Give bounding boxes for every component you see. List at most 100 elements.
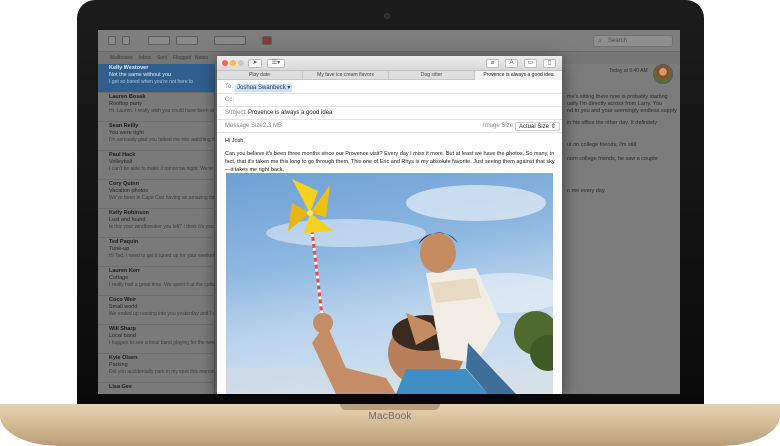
message-text-line: n me every day. [567, 188, 606, 194]
send-button[interactable]: ➤ [248, 59, 262, 68]
zoom-button[interactable] [238, 60, 244, 66]
photo-browser-button[interactable]: ▭ [524, 59, 537, 68]
message-list-item[interactable]: Coco Weir Small world We ended up runnin… [98, 296, 215, 325]
message-subject: Vacation photos [109, 188, 149, 194]
header-fields-button[interactable]: ☰▾ [267, 59, 285, 68]
message-preview: I can't be able to make it tomorrow nigh… [109, 166, 215, 172]
archive-button[interactable] [148, 36, 170, 45]
message-sender: Lisa Gee [109, 384, 132, 390]
subject-value: Provence is always a good idea [248, 110, 333, 116]
message-subject: Cottage [109, 275, 129, 281]
message-preview: I happen to see a local band playing for… [109, 340, 215, 346]
message-sender: Paul Hack [109, 152, 136, 158]
message-subject: Volleyball [109, 159, 133, 165]
reply-buttons[interactable] [214, 36, 246, 45]
get-mail-button[interactable] [122, 36, 130, 45]
favorite-sent[interactable]: Sent [157, 55, 167, 61]
message-body[interactable]: Hi Josh, Can you believe it's been three… [225, 137, 555, 174]
message-list-item[interactable]: Sean Reilly You were right I'm seriously… [98, 122, 215, 151]
attach-button[interactable]: ⌀ [486, 59, 499, 68]
message-text-line: in his office the other day. It definite… [567, 120, 657, 126]
message-list-item[interactable]: Kelly Robinson Lost and found Is this yo… [98, 209, 215, 238]
message-sender: Coco Weir [109, 297, 137, 303]
message-subject: Tune-up [109, 246, 130, 252]
message-text-line: ut on college friends, I'm still [567, 142, 636, 148]
message-preview: Hi, Lauren. I really wish you could have… [109, 108, 215, 114]
photo-icon: ▭ [527, 60, 534, 66]
photo-illustration [226, 179, 553, 394]
greeting: Hi Josh, [225, 138, 245, 144]
body-paragraph: Can you believe it's been three months s… [225, 151, 555, 173]
favorite-notes[interactable]: Notes [195, 55, 208, 61]
favorite-flagged[interactable]: Flagged [173, 55, 191, 61]
message-sender: Kelly Robinson [109, 210, 150, 216]
message-preview: Is this your windbreaker you left? I thi… [109, 224, 215, 230]
message-subject: Parking [109, 362, 128, 368]
paperclip-icon: ⌀ [490, 60, 495, 66]
message-subject: Not the same without you [109, 72, 172, 78]
search-input[interactable]: ⌕ Search [593, 35, 673, 47]
message-list-item[interactable]: Cory Quinn Vacation photos We've been in… [98, 180, 215, 209]
message-sender: Kelly Westover [109, 65, 149, 71]
message-list-item[interactable]: Kelly Westover Not the same without you … [98, 64, 215, 93]
to-field[interactable]: To: Joshua Swanbeck ▾ [217, 81, 562, 94]
message-text-line: me's sitting there now is probably start… [567, 94, 668, 100]
laptop-hinge-notch [340, 404, 440, 410]
close-button[interactable] [222, 60, 228, 66]
message-list-item[interactable]: Lauren Bosak Rooftop party Hi, Lauren. I… [98, 93, 215, 122]
message-text-line: ually I'm directly across from Larry. Yo… [567, 101, 663, 107]
compose-window: ➤ ☰▾ ⌀ A ▭ ▯ Play date My fave ice cream… [217, 56, 562, 394]
tab-play-date[interactable]: Play date [217, 71, 303, 80]
format-button[interactable]: A [505, 59, 518, 68]
favorite-inbox[interactable]: Inbox [139, 55, 151, 61]
message-list: Kelly Westover Not the same without you … [98, 64, 215, 394]
message-date: Today at 9:40 AM [609, 68, 648, 74]
message-preview: We've been in Cape Cod having an amazing… [109, 195, 215, 201]
cc-label: Cc: [225, 97, 234, 103]
compose-tab-bar: Play date My fave ice cream flavors Dog … [217, 71, 562, 80]
message-subject: Rooftop party [109, 101, 143, 107]
message-preview: We ended up running into you yesterday a… [109, 311, 215, 317]
device-brand-label: MacBook [368, 411, 412, 422]
message-list-item[interactable]: Ted Paquin Tune-up Hi Ted, I need to get… [98, 238, 215, 267]
mail-toolbar: ⌕ Search [98, 30, 680, 52]
cc-field[interactable]: Cc: [217, 94, 562, 107]
sender-avatar [653, 64, 673, 84]
message-list-item[interactable]: Paul Hack Volleyball I can't be able to … [98, 151, 215, 180]
message-sender: Ted Paquin [109, 239, 139, 245]
message-subject: Local band [109, 333, 136, 339]
list-icon: ☰▾ [271, 60, 281, 66]
message-sender: Will Sharp [109, 326, 136, 332]
search-icon: ⌕ [598, 38, 602, 45]
message-sender: Lauren Bosak [109, 94, 146, 100]
message-sender: Sean Reilly [109, 123, 139, 129]
message-size-value: 2.3 MB [263, 123, 283, 129]
tab-ice-cream[interactable]: My fave ice cream flavors [303, 71, 389, 80]
size-row: Message Size: 2.3 MB Image Size: Actual … [217, 120, 562, 133]
subject-field[interactable]: Subject: Provence is always a good idea [217, 107, 562, 120]
recipient-name: Joshua Swanbeck [237, 85, 286, 91]
message-list-item[interactable]: Will Sharp Local band I happen to see a … [98, 325, 215, 354]
message-list-item[interactable]: Lisa Gee [98, 383, 215, 394]
message-list-item[interactable]: Kyle Olsen Parking Did you accidentally … [98, 354, 215, 383]
message-text-line: nom college friends, he saw a couple [567, 156, 658, 162]
minimize-button[interactable] [230, 60, 236, 66]
emoji-button[interactable]: ▯ [543, 59, 556, 68]
tab-dog-sitter[interactable]: Dog sitter [389, 71, 475, 80]
tab-provence[interactable]: Provence is always a good idea [475, 71, 562, 80]
attached-photo [226, 173, 553, 394]
sidebar-toggle-button[interactable] [108, 36, 116, 45]
favorite-mailboxes[interactable]: Mailboxes [110, 55, 133, 61]
message-preview: I really had a great time. We spent it a… [109, 282, 215, 288]
message-subject: Small world [109, 304, 138, 310]
camera-icon [384, 13, 390, 19]
image-size-select[interactable]: Actual Size ⇕ [515, 122, 560, 131]
trash-button[interactable] [176, 36, 198, 45]
flag-button[interactable] [262, 36, 272, 45]
font-icon: A [509, 60, 514, 66]
message-list-item[interactable]: Lauren Kerr Cottage I really had a great… [98, 267, 215, 296]
message-subject: Lost and found [109, 217, 146, 223]
message-preview: I'm seriously glad you talked me into wa… [109, 137, 215, 143]
subject-label: Subject: [225, 110, 247, 116]
recipient-token[interactable]: Joshua Swanbeck ▾ [235, 84, 293, 92]
